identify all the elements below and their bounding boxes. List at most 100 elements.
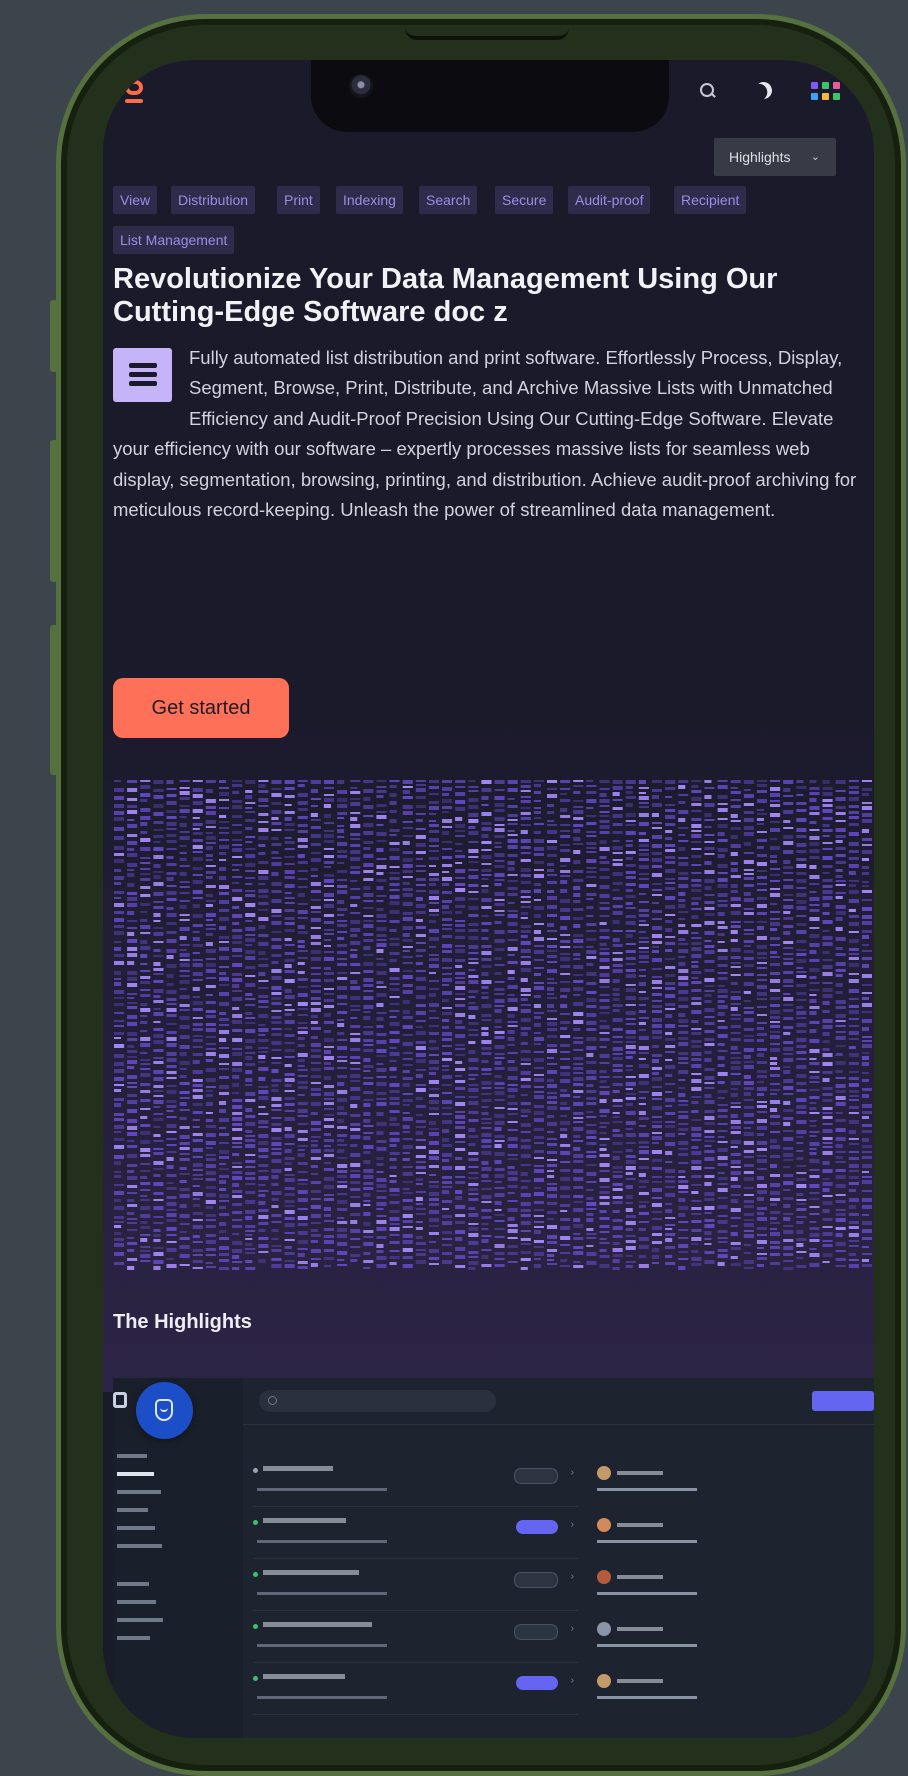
pattern-dash (717, 785, 728, 789)
pattern-dash (350, 1254, 361, 1257)
preview-activity-item (593, 1674, 773, 1724)
pattern-dash (520, 1042, 528, 1045)
tag-audit-proof[interactable]: Audit-proof (568, 186, 651, 214)
pattern-dash (520, 912, 528, 915)
pattern-dash (533, 1095, 544, 1099)
pattern-dash (350, 1009, 361, 1011)
pattern-dash (835, 1045, 846, 1047)
pattern-dash (271, 1229, 279, 1232)
pattern-dash (573, 1063, 584, 1065)
pattern-dash (691, 1184, 702, 1186)
pattern-dash (337, 937, 345, 940)
pattern-dash (717, 1148, 728, 1152)
pattern-dash (651, 910, 662, 913)
pattern-dash (415, 1166, 426, 1169)
pattern-dash (756, 1006, 767, 1008)
pattern-dash (127, 805, 138, 808)
tag-distribution[interactable]: Distribution (171, 186, 256, 214)
pattern-dash (665, 1125, 676, 1128)
pattern-dash (835, 1006, 846, 1009)
pattern-dash (179, 1052, 187, 1056)
tag-view[interactable]: View (113, 186, 158, 214)
pattern-dash (573, 810, 584, 814)
pattern-dash (547, 997, 558, 999)
pattern-dash (743, 1087, 754, 1090)
pattern-dash (547, 890, 555, 893)
pattern-dash (861, 813, 872, 817)
pattern-dash (861, 1124, 872, 1127)
pattern-dash (166, 840, 177, 843)
pattern-dash (166, 885, 177, 887)
pattern-dash (625, 1093, 636, 1095)
pattern-dash (861, 935, 869, 939)
pattern-dash (376, 1082, 387, 1086)
get-started-button[interactable]: Get started (113, 678, 289, 738)
pattern-dash (140, 1176, 148, 1179)
pattern-dash (547, 1218, 555, 1220)
pattern-dash (219, 926, 227, 930)
pattern-dash (691, 1263, 702, 1266)
brand-logo-icon[interactable] (125, 80, 145, 104)
pattern-dash (350, 949, 358, 951)
pattern-dash (612, 799, 623, 801)
pattern-dash (743, 1075, 751, 1079)
pattern-dash (376, 1157, 384, 1160)
tag-search[interactable]: Search (419, 186, 478, 214)
pattern-dash (455, 965, 463, 968)
pattern-dash (205, 985, 216, 988)
pattern-dash (179, 791, 190, 795)
pattern-dash (310, 979, 321, 982)
tag-print[interactable]: Print (277, 186, 320, 214)
pattern-dash (507, 830, 515, 832)
pattern-dash (179, 1173, 190, 1175)
pattern-dash (809, 1125, 817, 1127)
pattern-dash (586, 876, 597, 878)
moon-icon[interactable] (753, 80, 775, 102)
pattern-dash (861, 1094, 869, 1098)
pattern-dash (861, 974, 872, 978)
pattern-dash (704, 969, 715, 972)
pattern-dash (520, 1058, 531, 1061)
section-select[interactable]: Highlights ⌄ (714, 138, 836, 176)
pattern-dash (219, 1168, 230, 1170)
chat-assistant-button[interactable] (136, 1382, 193, 1439)
tag-list-management[interactable]: List Management (113, 226, 235, 254)
pattern-dash (678, 1013, 686, 1017)
pattern-dash (114, 941, 122, 943)
pattern-dash (140, 1003, 148, 1006)
pattern-dash (704, 1150, 715, 1153)
app-grid-icon[interactable] (811, 82, 845, 104)
pattern-dash (442, 1181, 453, 1184)
pattern-dash (730, 1003, 741, 1005)
pattern-dash (284, 892, 292, 894)
pattern-dash (153, 913, 161, 917)
pattern-dash (363, 863, 374, 867)
pattern-dash (297, 870, 308, 872)
pattern-dash (494, 1045, 505, 1049)
pattern-dash (323, 1162, 331, 1164)
pattern-dash (402, 870, 413, 873)
pattern-dash (402, 1220, 413, 1223)
pattern-dash (192, 1198, 200, 1200)
pattern-dash (599, 929, 610, 932)
pattern-dash (573, 958, 581, 960)
pattern-dash (691, 1191, 699, 1194)
pattern-dash (140, 1030, 148, 1032)
pattern-dash (507, 1030, 515, 1034)
pattern-dash (520, 988, 531, 992)
pattern-dash (127, 873, 135, 877)
pattern-dash (232, 1183, 240, 1187)
pattern-dash (704, 1030, 715, 1033)
pattern-dash (297, 1198, 308, 1202)
pattern-dash (796, 900, 807, 904)
tag-secure[interactable]: Secure (495, 186, 554, 214)
search-icon[interactable] (697, 80, 717, 100)
pattern-dash (192, 794, 203, 798)
pattern-dash (258, 1067, 269, 1071)
pattern-dash (219, 1188, 227, 1191)
pattern-dash (783, 1053, 794, 1055)
tag-indexing[interactable]: Indexing (336, 186, 403, 214)
pattern-dash (323, 814, 331, 818)
tag-recipient[interactable]: Recipient (674, 186, 747, 214)
pattern-dash (140, 838, 151, 842)
